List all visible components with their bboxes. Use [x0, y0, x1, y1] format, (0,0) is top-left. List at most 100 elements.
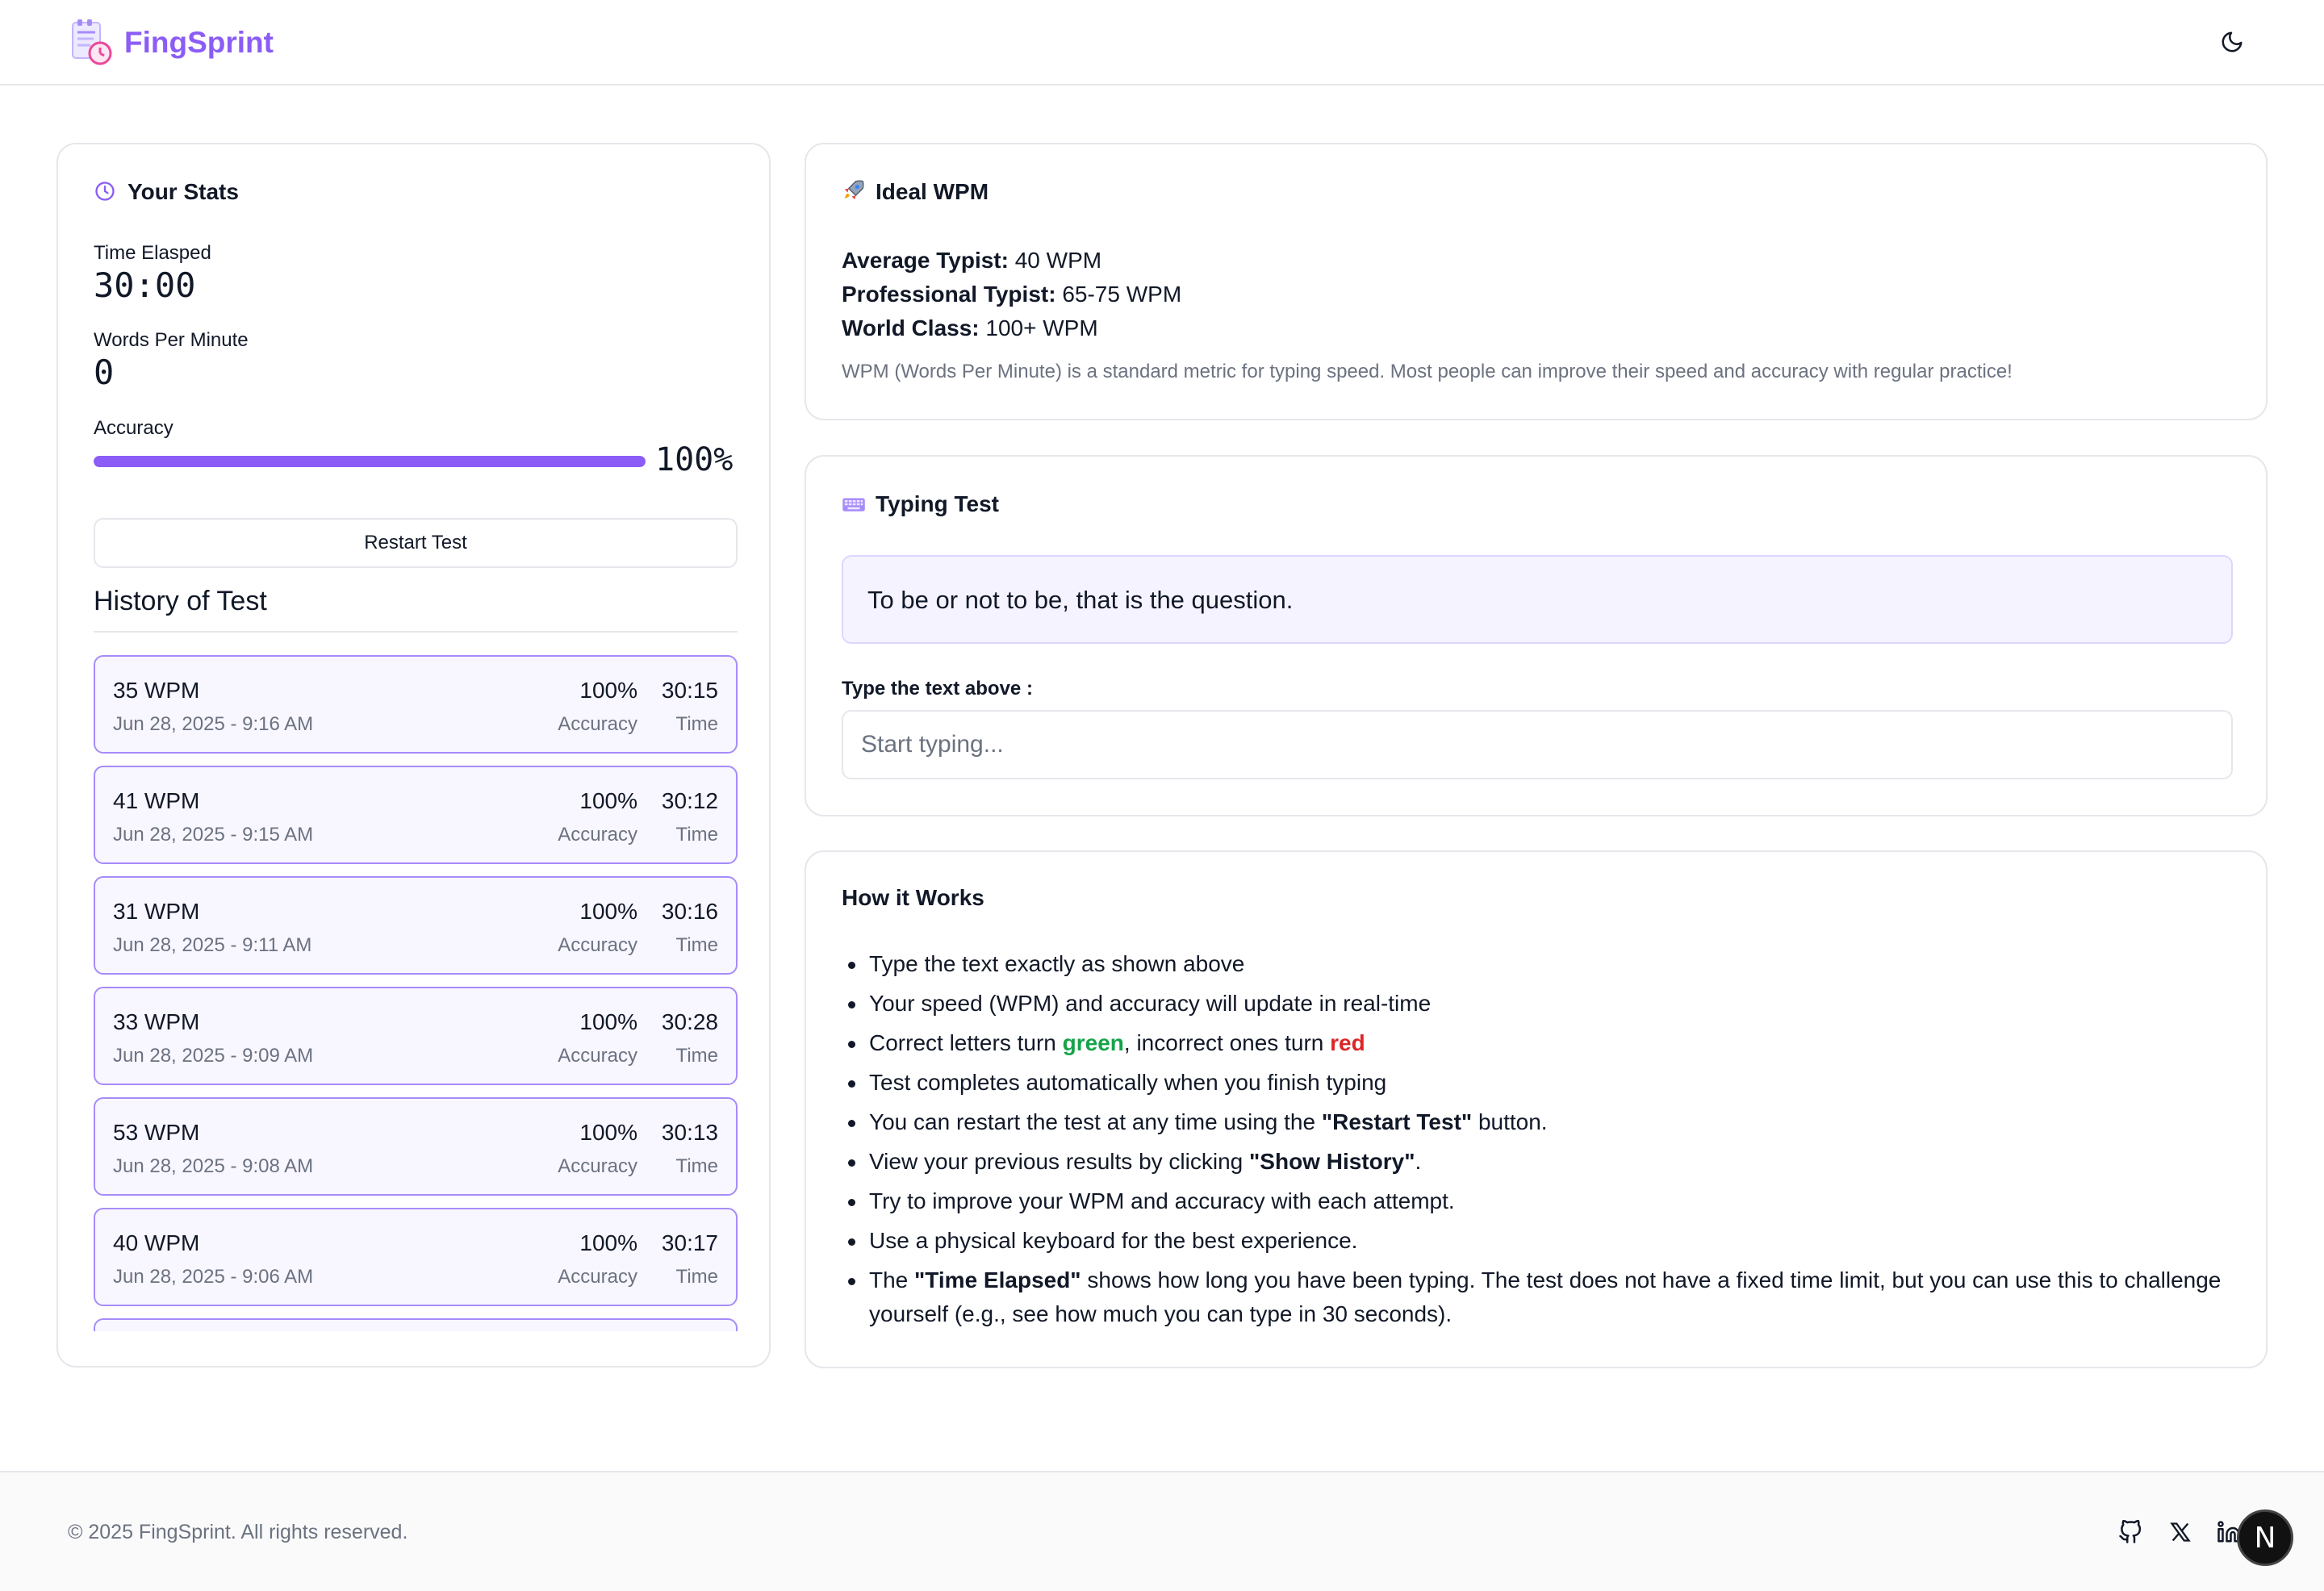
history-title: History of Test [94, 586, 267, 616]
how-it-works-card: How it Works Type the text exactly as sh… [805, 850, 2268, 1368]
time-elapsed-value: 30:00 [94, 265, 196, 305]
time-elapsed-label: Time Elasped [94, 242, 211, 264]
history-date: Jun 28, 2025 - 9:11 AM [113, 934, 312, 956]
history-wpm: 31 WPM [113, 899, 200, 924]
accuracy-progress-fill [94, 456, 646, 467]
history-accuracy: 100% [579, 1120, 637, 1145]
history-time-label: Time [675, 1266, 718, 1288]
how-item: Test completes automatically when you fi… [842, 1066, 2246, 1100]
site-footer: © 2025 FingSprint. All rights reserved. … [0, 1471, 2324, 1591]
how-item: View your previous results by clicking "… [842, 1145, 2246, 1179]
history-accuracy-label: Accuracy [558, 1045, 637, 1067]
how-item: Your speed (WPM) and accuracy will updat… [842, 987, 2246, 1021]
history-time-label: Time [675, 1045, 718, 1067]
moon-icon[interactable] [2216, 26, 2248, 58]
site-header: FingSprint [0, 0, 2324, 86]
typing-test-title: Typing Test [876, 491, 999, 516]
how-it-works-list: Type the text exactly as shown above You… [842, 947, 2246, 1337]
history-time: 30:16 [661, 899, 718, 924]
accuracy-label: Accuracy [94, 417, 173, 439]
history-wpm: 35 WPM [113, 678, 200, 703]
history-item: 35 WPM Jun 28, 2025 - 9:16 AM 100% Accur… [94, 655, 738, 754]
history-wpm: 41 WPM [113, 788, 200, 813]
history-date: Jun 28, 2025 - 9:16 AM [113, 713, 314, 735]
history-accuracy: 100% [579, 678, 637, 703]
history-date: Jun 28, 2025 - 9:06 AM [113, 1266, 314, 1288]
history-time-label: Time [675, 934, 718, 956]
green-word: green [1062, 1030, 1124, 1055]
history-item-partial [94, 1318, 738, 1331]
wpm-value: 0 [94, 353, 115, 392]
history-accuracy-label: Accuracy [558, 824, 637, 846]
world-class-line: World Class: 100+ WPM [842, 315, 1098, 341]
history-time: 30:17 [661, 1230, 718, 1255]
history-item: 40 WPM Jun 28, 2025 - 9:06 AM 100% Accur… [94, 1208, 738, 1306]
history-item: 41 WPM Jun 28, 2025 - 9:15 AM 100% Accur… [94, 766, 738, 864]
history-time: 30:15 [661, 678, 718, 703]
red-word: red [1330, 1030, 1365, 1055]
ideal-wpm-card: Ideal WPM Average Typist: 40 WPM Profess… [805, 143, 2268, 420]
average-typist-line: Average Typist: 40 WPM [842, 248, 1101, 274]
history-wpm: 33 WPM [113, 1009, 200, 1034]
history-time-label: Time [675, 1155, 718, 1177]
typing-input[interactable] [842, 710, 2233, 779]
history-time-label: Time [675, 824, 718, 846]
average-typist-value: 40 WPM [1008, 248, 1102, 273]
professional-typist-value: 65-75 WPM [1055, 282, 1182, 307]
history-accuracy: 100% [579, 1009, 637, 1034]
timer-notepad-icon[interactable] [69, 18, 113, 66]
history-accuracy: 100% [579, 1230, 637, 1255]
history-item: 33 WPM Jun 28, 2025 - 9:09 AM 100% Accur… [94, 987, 738, 1085]
professional-typist-line: Professional Typist: 65-75 WPM [842, 282, 1181, 307]
clock-icon [94, 180, 116, 203]
how-it-works-title: How it Works [842, 885, 984, 910]
typing-test-card: Typing Test To be or not to be, that is … [805, 455, 2268, 816]
history-list[interactable]: 35 WPM Jun 28, 2025 - 9:16 AM 100% Accur… [94, 655, 738, 1331]
history-divider [94, 631, 738, 633]
keyboard-icon [842, 492, 866, 516]
prompt-box: To be or not to be, that is the question… [842, 555, 2233, 644]
rocket-icon [842, 178, 866, 203]
history-accuracy: 100% [579, 899, 637, 924]
typing-input-label: Type the text above : [842, 678, 1033, 699]
average-typist-label: Average Typist: [842, 248, 1009, 273]
stats-title: Your Stats [127, 179, 239, 204]
stats-card: Your Stats Time Elasped 30:00 Words Per … [56, 143, 771, 1368]
how-item: You can restart the test at any time usi… [842, 1105, 2246, 1139]
wpm-note: WPM (Words Per Minute) is a standard met… [842, 361, 2013, 382]
professional-typist-label: Professional Typist: [842, 282, 1056, 307]
world-class-value: 100+ WPM [979, 315, 1098, 340]
history-accuracy-label: Accuracy [558, 713, 637, 735]
history-date: Jun 28, 2025 - 9:08 AM [113, 1155, 314, 1177]
how-item: Type the text exactly as shown above [842, 947, 2246, 981]
copyright-text: © 2025 FingSprint. All rights reserved. [68, 1521, 408, 1543]
how-item: The "Time Elapsed" shows how long you ha… [842, 1263, 2246, 1331]
world-class-label: World Class: [842, 315, 980, 340]
dev-indicator-badge[interactable]: N [2237, 1510, 2293, 1566]
history-accuracy-label: Accuracy [558, 934, 637, 956]
prompt-text: To be or not to be, that is the question… [867, 586, 1294, 614]
history-time-label: Time [675, 713, 718, 735]
github-icon[interactable] [2116, 1518, 2145, 1547]
wpm-label: Words Per Minute [94, 329, 249, 351]
ideal-wpm-title: Ideal WPM [876, 179, 989, 204]
history-item: 31 WPM Jun 28, 2025 - 9:11 AM 100% Accur… [94, 876, 738, 975]
accuracy-progress-bar [94, 456, 646, 467]
history-date: Jun 28, 2025 - 9:15 AM [113, 824, 314, 846]
history-wpm: 53 WPM [113, 1120, 200, 1145]
brand-name[interactable]: FingSprint [124, 26, 274, 60]
history-accuracy-label: Accuracy [558, 1155, 637, 1177]
how-item: Use a physical keyboard for the best exp… [842, 1224, 2246, 1258]
history-wpm: 40 WPM [113, 1230, 200, 1255]
restart-test-button[interactable]: Restart Test [94, 518, 738, 568]
history-time: 30:12 [661, 788, 718, 813]
accuracy-value: 100% [655, 441, 734, 478]
history-time: 30:13 [661, 1120, 718, 1145]
how-item: Try to improve your WPM and accuracy wit… [842, 1184, 2246, 1218]
history-item: 53 WPM Jun 28, 2025 - 9:08 AM 100% Accur… [94, 1097, 738, 1196]
history-accuracy: 100% [579, 788, 637, 813]
history-time: 30:28 [661, 1009, 718, 1034]
x-icon[interactable] [2166, 1518, 2195, 1547]
history-accuracy-label: Accuracy [558, 1266, 637, 1288]
history-date: Jun 28, 2025 - 9:09 AM [113, 1045, 314, 1067]
